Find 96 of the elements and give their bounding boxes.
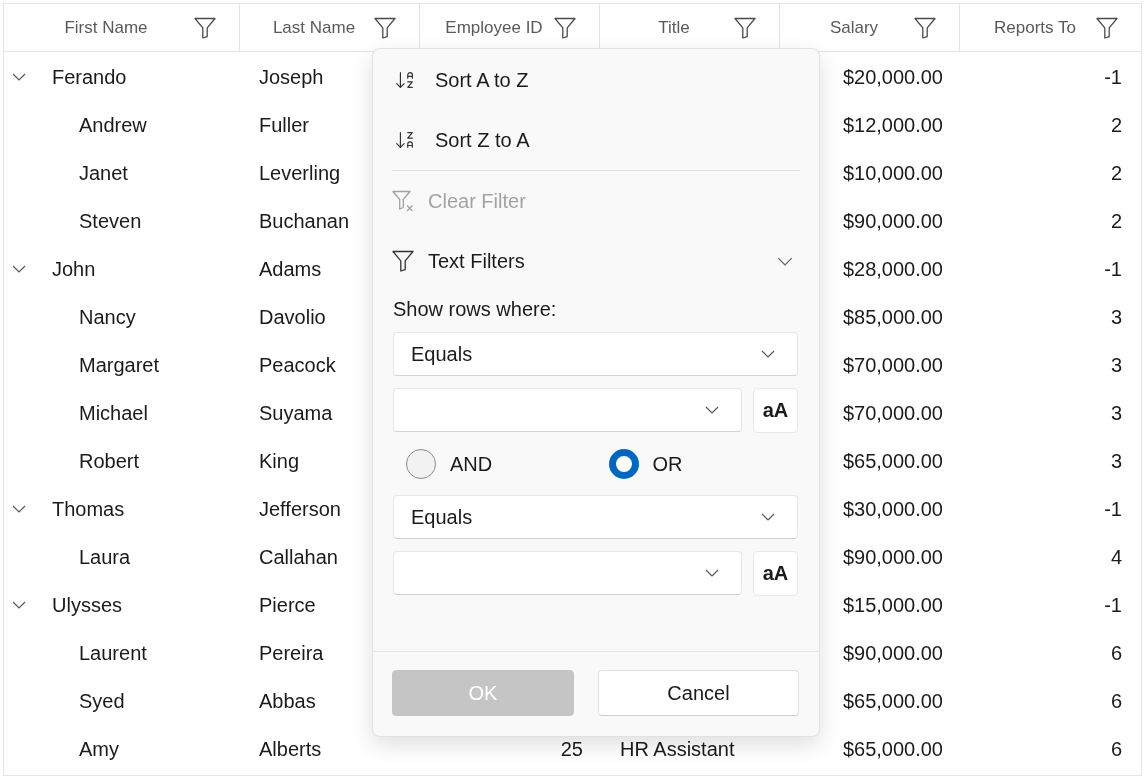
reports-to: 3 [1110, 449, 1122, 473]
last-name: Alberts [259, 737, 322, 761]
reports-to: 2 [1110, 113, 1122, 137]
reports-to: 4 [1110, 545, 1122, 569]
menu-item[interactable]: Sort Z to A [373, 110, 819, 170]
reports-to: 6 [1110, 689, 1122, 713]
column-header[interactable]: Reports To [974, 17, 1096, 38]
menu-item[interactable]: Sort A to Z [373, 50, 819, 110]
last-name: Buchanan [259, 209, 350, 233]
reports-to: 3 [1110, 353, 1122, 377]
salary: $85,000.00 [842, 305, 943, 329]
first-name: Nancy [79, 305, 136, 329]
last-name: Pierce [259, 593, 316, 617]
last-name: Suyama [259, 401, 333, 425]
last-name: Abbas [259, 689, 316, 713]
reports-to: -1 [1104, 65, 1122, 89]
salary: $90,000.00 [842, 545, 943, 569]
reports-to: -1 [1104, 497, 1122, 521]
menu-item[interactable]: Text Filters [373, 231, 819, 291]
chevron-icon [705, 406, 719, 414]
column-header[interactable]: Employee ID [434, 17, 554, 38]
salary: $15,000.00 [842, 593, 943, 617]
reports-to: 6 [1110, 737, 1122, 761]
filter-icon [392, 250, 414, 272]
filter-icon[interactable] [914, 16, 936, 39]
first-name: Laura [79, 545, 131, 569]
reports-to: 3 [1110, 305, 1122, 329]
salary: $20,000.00 [842, 65, 943, 89]
filter-icon[interactable] [734, 16, 756, 39]
first-name: Ferando [52, 65, 127, 89]
chevron-icon [761, 350, 775, 358]
salary: $10,000.00 [842, 161, 943, 185]
column-header[interactable]: Title [614, 17, 734, 38]
filter-icon[interactable] [194, 16, 216, 39]
reports-to: -1 [1104, 593, 1122, 617]
sort-ascending-icon [394, 69, 416, 91]
salary: $90,000.00 [842, 641, 943, 665]
first-name: Thomas [52, 497, 125, 521]
last-name: Fuller [259, 113, 309, 137]
last-name: Adams [259, 257, 322, 281]
chevron-icon [777, 256, 793, 266]
last-name: King [259, 449, 300, 473]
column-header[interactable]: Salary [794, 17, 914, 38]
employee-id: 25 [560, 737, 583, 761]
operator-dropdown[interactable]: Equals [393, 332, 798, 376]
first-name: Ulysses [52, 593, 122, 617]
column-header[interactable]: Last Name [254, 17, 374, 38]
last-name: Jefferson [259, 497, 341, 521]
first-name: Andrew [79, 113, 147, 137]
chevron-icon [761, 513, 775, 521]
match-case-button[interactable]: aA [753, 551, 798, 596]
salary: $12,000.00 [842, 113, 943, 137]
last-name: Davolio [259, 305, 326, 329]
column-header[interactable]: First Name [18, 17, 194, 38]
salary: $70,000.00 [842, 353, 943, 377]
salary: $28,000.00 [842, 257, 943, 281]
first-name: John [52, 257, 96, 281]
salary: $30,000.00 [842, 497, 943, 521]
job-title: HR Assistant [620, 737, 735, 761]
filter-clear-icon [392, 190, 414, 212]
reports-to: 6 [1110, 641, 1122, 665]
first-name: Steven [79, 209, 142, 233]
last-name: Leverling [259, 161, 341, 185]
radio-label[interactable]: AND [450, 452, 493, 476]
last-name: Pereira [259, 641, 324, 665]
radio-button[interactable] [608, 449, 639, 479]
salary: $65,000.00 [842, 449, 943, 473]
salary: $65,000.00 [842, 737, 943, 761]
operator-dropdown[interactable]: Equals [393, 495, 798, 539]
filter-icon[interactable] [374, 16, 396, 39]
first-name: Michael [79, 401, 148, 425]
chevron-icon [705, 569, 719, 577]
match-case-button[interactable]: aA [753, 388, 798, 433]
first-name: Robert [79, 449, 140, 473]
radio-label[interactable]: OR [652, 452, 683, 476]
salary: $70,000.00 [842, 401, 943, 425]
salary: $90,000.00 [842, 209, 943, 233]
first-name: Laurent [79, 641, 147, 665]
cancel-button[interactable]: Cancel [598, 670, 799, 716]
radio-button[interactable] [406, 449, 436, 479]
first-name: Janet [79, 161, 128, 185]
last-name: Callahan [259, 545, 338, 569]
salary: $65,000.00 [842, 689, 943, 713]
reports-to: 2 [1110, 161, 1122, 185]
filter-icon[interactable] [554, 16, 576, 39]
filter-prompt: Show rows where: [393, 297, 557, 321]
reports-to: -1 [1104, 257, 1122, 281]
filter-icon[interactable] [1096, 16, 1118, 39]
sort-descending-icon [394, 129, 416, 151]
first-name: Amy [79, 737, 119, 761]
reports-to: 2 [1110, 209, 1122, 233]
last-name: Peacock [259, 353, 336, 377]
first-name: Syed [79, 689, 125, 713]
last-name: Joseph [259, 65, 324, 89]
reports-to: 3 [1110, 401, 1122, 425]
first-name: Margaret [79, 353, 160, 377]
